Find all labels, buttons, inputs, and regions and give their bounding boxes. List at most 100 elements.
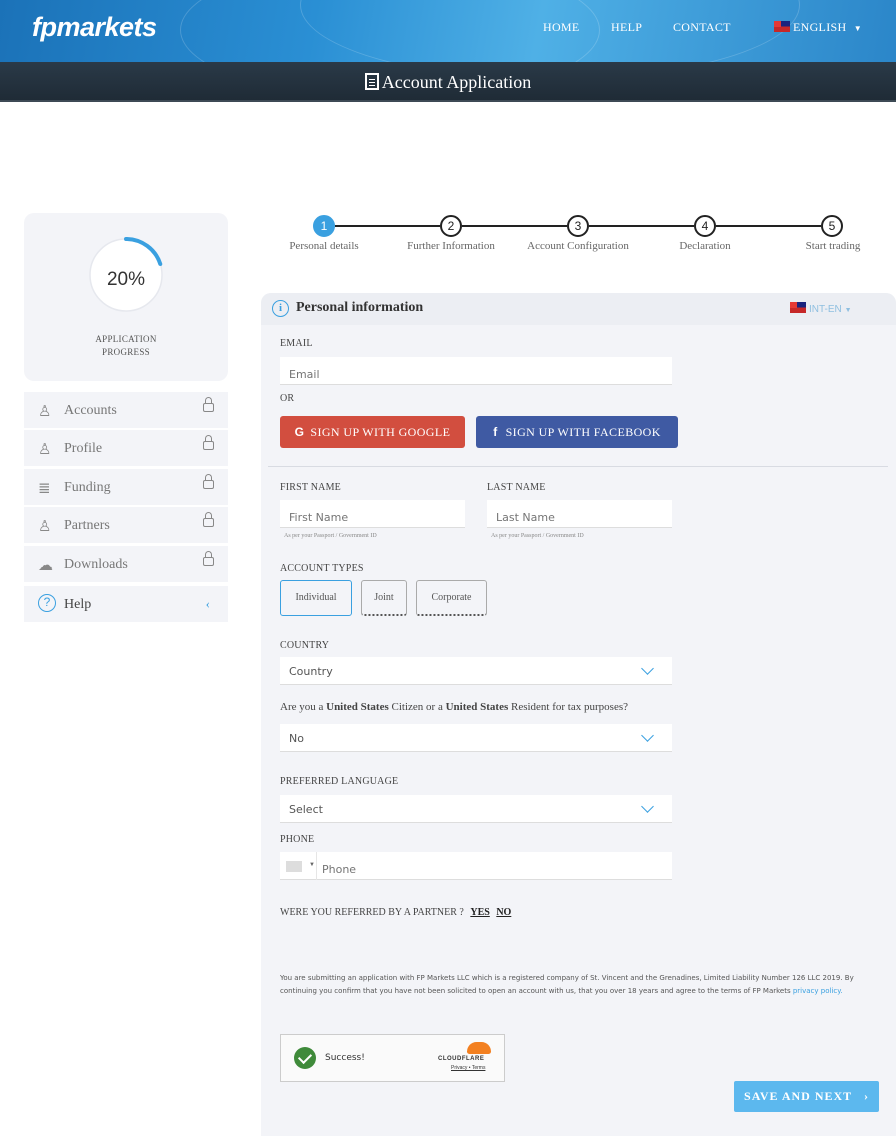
section-title: Personal information <box>296 300 424 315</box>
chevron-right-icon: › <box>863 1089 869 1103</box>
google-signup-label: SIGN UP WITH GOOGLE <box>310 425 451 439</box>
success-check-icon <box>294 1047 316 1069</box>
us-tax-question-text: Citizen or a <box>388 701 446 713</box>
country-select[interactable]: Country <box>280 657 672 685</box>
facebook-icon: f <box>493 425 498 439</box>
sidebar-item-funding[interactable]: ≣ Funding <box>24 469 228 505</box>
sidebar-item-label: Help <box>64 597 92 612</box>
progress-label: APPLICATION PROGRESS <box>24 333 228 359</box>
stepper-connector <box>462 225 567 227</box>
account-type-individual[interactable]: Individual <box>280 580 352 616</box>
users-icon: ♙ <box>38 517 52 535</box>
cloudflare-brand: CLOUDFLARE <box>438 1056 485 1062</box>
info-icon: i <box>272 300 289 317</box>
us-tax-question-text: Are you a <box>280 701 327 713</box>
account-type-corporate[interactable]: Corporate <box>416 580 487 616</box>
australia-flag-icon <box>790 302 806 313</box>
referred-question-text: WERE YOU REFERRED BY A PARTNER ? <box>280 907 464 918</box>
us-tax-question: Are you a United States Citizen or a Uni… <box>280 701 628 713</box>
caret-down-icon: ▼ <box>844 307 852 314</box>
google-icon: G <box>294 425 305 439</box>
region-label: INT-EN <box>809 304 842 315</box>
fpmarkets-logo[interactable]: fpmarkets <box>32 12 157 43</box>
or-text: OR <box>280 393 295 404</box>
section-divider <box>268 466 888 467</box>
nav-home[interactable]: HOME <box>543 20 580 35</box>
chevron-left-icon: ‹ <box>205 596 210 611</box>
caret-down-icon: ▼ <box>309 862 315 868</box>
step-3-circle[interactable]: 3 <box>567 215 589 237</box>
last-name-label: LAST NAME <box>487 482 546 493</box>
lock-icon <box>203 474 214 489</box>
step-1-circle[interactable]: 1 <box>313 215 335 237</box>
phone-input[interactable] <box>280 852 672 880</box>
nav-help[interactable]: HELP <box>611 20 642 35</box>
save-and-next-button[interactable]: SAVE AND NEXT › <box>734 1081 879 1112</box>
sidebar-item-help[interactable]: ? Help ‹ <box>24 586 228 622</box>
sidebar-item-profile[interactable]: ♙ Profile <box>24 430 228 466</box>
account-types-label: ACCOUNT TYPES <box>280 563 364 574</box>
last-name-input[interactable] <box>487 500 672 528</box>
sidebar-item-label: Profile <box>64 441 103 456</box>
step-2-circle[interactable]: 2 <box>440 215 462 237</box>
first-name-input[interactable] <box>280 500 465 528</box>
save-and-next-label: SAVE AND NEXT <box>744 1089 852 1103</box>
us-tax-select[interactable]: No <box>280 724 672 752</box>
progress-value: 20% <box>106 269 146 290</box>
cloudflare-logo-icon <box>467 1042 491 1054</box>
step-2-label: Further Information <box>407 240 495 252</box>
progress-card: 20% APPLICATION PROGRESS <box>24 213 228 381</box>
facebook-signup-button[interactable]: f SIGN UP WITH FACEBOOK <box>476 416 678 448</box>
country-code-flag-icon[interactable] <box>286 861 302 872</box>
privacy-policy-link[interactable]: privacy policy. <box>793 987 843 995</box>
sidebar-item-label: Accounts <box>64 403 117 418</box>
lock-icon <box>203 435 214 450</box>
step-3-label: Account Configuration <box>527 240 629 252</box>
legal-disclaimer-text: You are submitting an application with F… <box>280 974 854 995</box>
us-tax-question-text: Resident for tax purposes? <box>508 701 628 713</box>
sidebar-item-partners[interactable]: ♙ Partners <box>24 507 228 543</box>
document-icon <box>364 73 379 90</box>
first-name-label: FIRST NAME <box>280 482 341 493</box>
referred-question: WERE YOU REFERRED BY A PARTNER ? YES NO <box>280 907 511 918</box>
user-icon: ♙ <box>38 402 52 420</box>
email-input[interactable] <box>280 357 672 385</box>
page-title-bar: Account Application <box>0 62 896 102</box>
phone-separator <box>316 852 317 880</box>
cloud-download-icon: ☁ <box>38 556 53 574</box>
google-signup-button[interactable]: G SIGN UP WITH GOOGLE <box>280 416 465 448</box>
language-selector[interactable]: ENGLISH ▼ <box>774 20 862 35</box>
captcha-status: Success! <box>325 1053 365 1063</box>
sidebar-item-accounts[interactable]: ♙ Accounts <box>24 392 228 428</box>
account-type-joint[interactable]: Joint <box>361 580 407 616</box>
cloudflare-captcha[interactable]: Success! CLOUDFLARE Privacy • Terms <box>280 1034 505 1082</box>
preferred-language-select[interactable]: Select <box>280 795 672 823</box>
nav-contact[interactable]: CONTACT <box>673 20 731 35</box>
preferred-language-label: PREFERRED LANGUAGE <box>280 776 399 787</box>
step-5-circle[interactable]: 5 <box>821 215 843 237</box>
captcha-privacy-terms[interactable]: Privacy • Terms <box>451 1065 485 1071</box>
language-label: ENGLISH <box>793 20 847 34</box>
region-selector[interactable]: INT-EN ▼ <box>790 302 852 315</box>
help-icon: ? <box>38 594 56 612</box>
referred-yes-link[interactable]: YES <box>470 907 489 918</box>
user-plus-icon: ♙ <box>38 440 52 458</box>
stepper-connector <box>589 225 694 227</box>
step-4-label: Declaration <box>679 240 731 252</box>
progress-label-line1: APPLICATION <box>95 334 157 344</box>
last-name-hint: As per your Passport / Government ID <box>491 533 584 539</box>
lock-icon <box>203 397 214 412</box>
australia-flag-icon <box>774 21 790 32</box>
step-4-circle[interactable]: 4 <box>694 215 716 237</box>
facebook-signup-label: SIGN UP WITH FACEBOOK <box>505 425 661 439</box>
stepper-connector <box>716 225 821 227</box>
step-5-label: Start trading <box>805 240 861 252</box>
first-name-hint: As per your Passport / Government ID <box>284 533 377 539</box>
referred-no-link[interactable]: NO <box>496 907 511 918</box>
top-header: fpmarkets HOME HELP CONTACT ENGLISH ▼ <box>0 0 896 62</box>
step-1-label: Personal details <box>289 240 359 252</box>
database-icon: ≣ <box>38 479 51 497</box>
sidebar-item-label: Downloads <box>64 557 128 572</box>
progress-label-line2: PROGRESS <box>102 347 150 357</box>
sidebar-item-downloads[interactable]: ☁ Downloads <box>24 546 228 582</box>
